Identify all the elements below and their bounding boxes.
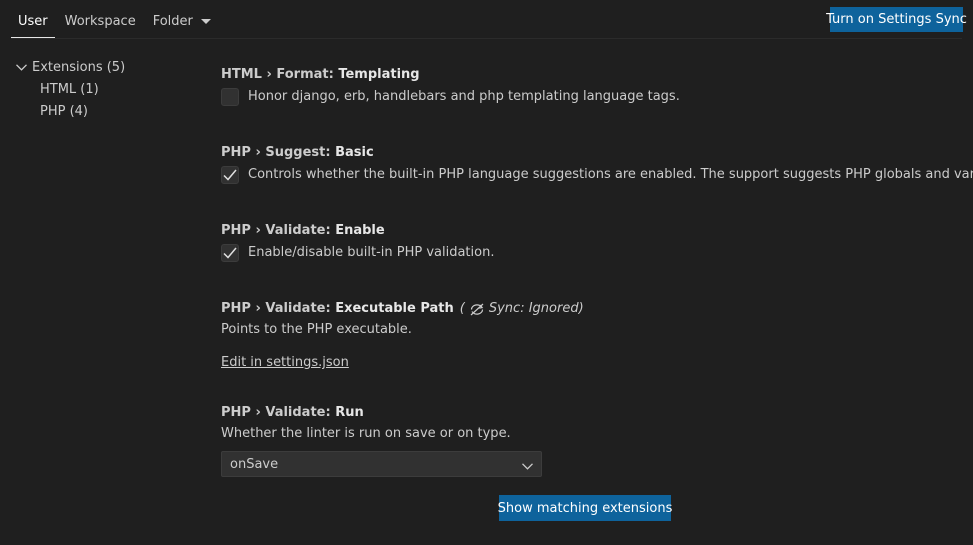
- setting-description: Honor django, erb, handlebars and php te…: [248, 89, 680, 104]
- setting-category: PHP › Validate:: [221, 301, 336, 316]
- toc-item-php[interactable]: PHP (4): [16, 100, 125, 122]
- setting-name: Executable Path: [335, 301, 454, 316]
- setting-php-validate-enable: PHP › Validate: Enable Enable/disable bu…: [221, 222, 494, 264]
- check-icon: [223, 169, 237, 181]
- tab-workspace-label: Workspace: [64, 14, 136, 29]
- setting-description: Points to the PHP executable.: [221, 322, 412, 337]
- setting-title: PHP › Validate: Executable Path ( Sync: Ig…: [221, 300, 584, 318]
- show-matching-extensions-button[interactable]: Show matching extensions: [498, 495, 672, 521]
- sync-ignored-indicator: ( Sync: Ignored): [460, 300, 584, 318]
- suggest-basic-checkbox[interactable]: [221, 166, 239, 184]
- toc-item-label: HTML (1): [40, 81, 99, 97]
- setting-name: Run: [335, 405, 364, 420]
- tab-workspace[interactable]: Workspace: [58, 0, 143, 38]
- setting-php-suggest-basic: PHP › Suggest: Basic Controls whether th…: [221, 144, 973, 186]
- sync-paren: (: [459, 301, 465, 316]
- setting-title: PHP › Validate: Run: [221, 404, 511, 422]
- setting-title: PHP › Suggest: Basic: [221, 144, 973, 162]
- settings-scope-tabs: User Workspace Folder: [11, 0, 221, 38]
- tab-folder-label: Folder: [152, 14, 193, 29]
- chevron-down-icon: [16, 63, 32, 71]
- setting-name: Enable: [335, 223, 385, 238]
- select-value: onSave: [230, 456, 279, 472]
- toc-item-extensions[interactable]: Extensions (5): [16, 56, 125, 78]
- caret-down-icon: [200, 14, 211, 29]
- setting-html-format-templating: HTML › Format: Templating Honor django, …: [221, 66, 680, 108]
- setting-category: HTML › Format:: [221, 67, 339, 82]
- sync-ignored-icon: [470, 303, 484, 315]
- check-icon: [223, 247, 237, 259]
- setting-title: PHP › Validate: Enable: [221, 222, 494, 240]
- setting-description: Controls whether the built-in PHP langua…: [248, 167, 973, 182]
- toc-item-label: PHP (4): [40, 103, 89, 119]
- setting-category: PHP › Suggest:: [221, 145, 336, 160]
- settings-editor: User Workspace Folder Turn on Settings S…: [0, 0, 973, 545]
- setting-php-validate-executable-path: PHP › Validate: Executable Path ( Sync: Ig…: [221, 300, 584, 370]
- validate-enable-checkbox[interactable]: [221, 244, 239, 262]
- edit-in-settings-json-link[interactable]: Edit in settings.json: [221, 355, 349, 370]
- table-of-contents: Extensions (5) HTML (1) PHP (4): [16, 56, 125, 122]
- tab-user[interactable]: User: [11, 0, 55, 38]
- toc-item-label: Extensions (5): [32, 59, 126, 75]
- templating-checkbox[interactable]: [221, 88, 239, 106]
- sync-ignored-label: Sync: Ignored): [488, 301, 584, 316]
- turn-on-settings-sync-button[interactable]: Turn on Settings Sync: [826, 7, 967, 32]
- setting-category: PHP › Validate:: [221, 223, 336, 238]
- setting-name: Basic: [335, 145, 374, 160]
- setting-description: Enable/disable built-in PHP validation.: [248, 245, 495, 260]
- tab-user-label: User: [18, 14, 48, 29]
- tab-folder[interactable]: Folder: [146, 0, 218, 38]
- setting-php-validate-run: PHP › Validate: Run Whether the linter i…: [221, 404, 511, 444]
- header-divider: [11, 38, 962, 39]
- setting-title: HTML › Format: Templating: [221, 66, 680, 84]
- setting-name: Templating: [338, 67, 420, 82]
- setting-description: Whether the linter is run on save or on …: [221, 426, 511, 441]
- toc-item-html[interactable]: HTML (1): [16, 78, 125, 100]
- validate-run-select[interactable]: onSave: [221, 451, 542, 477]
- chevron-down-icon: [522, 459, 533, 474]
- setting-category: PHP › Validate:: [221, 405, 336, 420]
